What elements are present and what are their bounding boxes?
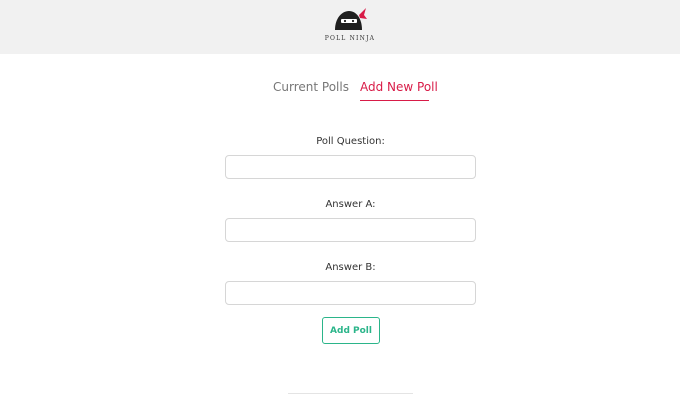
logo-text: POLL NINJA xyxy=(324,35,376,42)
site-header: POLL NINJA xyxy=(0,0,680,54)
active-tab-underline xyxy=(360,100,429,101)
tab-bar: Current Polls Add New Poll xyxy=(0,80,680,104)
ninja-head-icon xyxy=(335,8,367,30)
poll-question-input[interactable] xyxy=(225,155,476,179)
footer-divider xyxy=(288,393,413,394)
answer-a-input[interactable] xyxy=(225,218,476,242)
tab-add-new-poll[interactable]: Add New Poll xyxy=(360,80,438,94)
answer-b-label: Answer B: xyxy=(325,262,376,273)
add-poll-button[interactable]: Add Poll xyxy=(322,317,380,344)
logo[interactable]: POLL NINJA xyxy=(315,6,385,46)
tab-current-polls[interactable]: Current Polls xyxy=(273,80,349,94)
answer-b-input[interactable] xyxy=(225,281,476,305)
answer-a-label: Answer A: xyxy=(325,199,376,210)
poll-question-label: Poll Question: xyxy=(316,136,385,147)
